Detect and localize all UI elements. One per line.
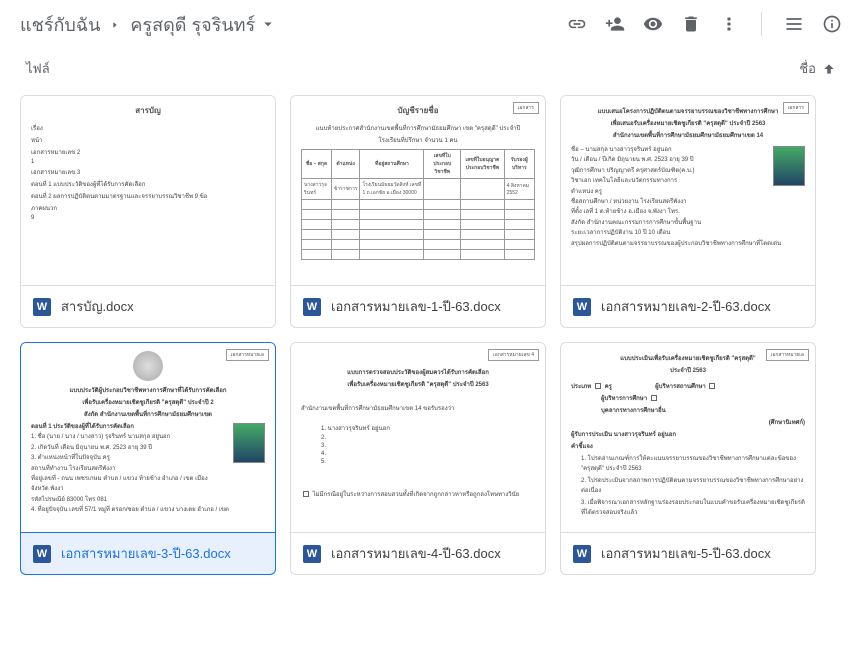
file-name: เอกสารหมายเลข-1-ปี-63.docx (331, 296, 501, 317)
word-icon: W (303, 545, 321, 563)
eye-icon[interactable] (643, 14, 663, 34)
add-person-icon[interactable] (605, 14, 625, 34)
file-footer: W เอกสารหมายเลข-3-ปี-63.docx (21, 533, 275, 574)
arrow-up-icon (822, 62, 836, 76)
file-name: เอกสารหมายเลข-5-ปี-63.docx (601, 543, 771, 564)
trash-icon[interactable] (681, 14, 701, 34)
header-actions (567, 12, 842, 36)
file-card[interactable]: เอกสารหมายเลข 4แบบการตรวจสอบประวัติของผู… (290, 342, 546, 575)
files-label: ไฟล์ (26, 58, 50, 79)
file-name: สารบัญ.docx (61, 296, 134, 317)
word-icon: W (33, 298, 51, 316)
file-card[interactable]: เอกสารหมายเลแบบประเมินเพื่อรับเครื่องหมา… (560, 342, 816, 575)
sort-button[interactable]: ชื่อ (799, 58, 836, 79)
file-thumbnail: เอกสารบัญชีรายชื่อแนบท้ายประกาศสำนักงานเ… (291, 96, 545, 286)
file-thumbnail: เอกสารหมายเลแบบประวัติผู้ประกอบวิชาชีพทา… (21, 343, 275, 533)
word-icon: W (573, 298, 591, 316)
file-footer: W เอกสารหมายเลข-1-ปี-63.docx (291, 286, 545, 327)
subheader: ไฟล์ ชื่อ (0, 48, 862, 87)
file-thumbnail: สารบัญเรื่องหน้าเอกสารหมายเลข 2 1เอกสารห… (21, 96, 275, 286)
chevron-down-icon (259, 15, 277, 33)
file-card[interactable]: เอกสารแบบเสนอโครงการปฏิบัติตนตามจรรยาบรร… (560, 95, 816, 328)
word-icon: W (33, 545, 51, 563)
divider (761, 12, 762, 36)
list-view-icon[interactable] (784, 14, 804, 34)
file-thumbnail: เอกสารหมายเลแบบประเมินเพื่อรับเครื่องหมา… (561, 343, 815, 533)
file-card[interactable]: เอกสารหมายเลแบบประวัติผู้ประกอบวิชาชีพทา… (20, 342, 276, 575)
file-grid: สารบัญเรื่องหน้าเอกสารหมายเลข 2 1เอกสารห… (0, 87, 862, 583)
file-thumbnail: เอกสารหมายเลข 4แบบการตรวจสอบประวัติของผู… (291, 343, 545, 533)
file-name: เอกสารหมายเลข-3-ปี-63.docx (61, 543, 231, 564)
file-footer: W เอกสารหมายเลข-2-ปี-63.docx (561, 286, 815, 327)
breadcrumb-root[interactable]: แชร์กับฉัน (20, 10, 100, 39)
link-icon[interactable] (567, 14, 587, 34)
file-footer: W สารบัญ.docx (21, 286, 275, 327)
file-name: เอกสารหมายเลข-2-ปี-63.docx (601, 296, 771, 317)
file-card[interactable]: เอกสารบัญชีรายชื่อแนบท้ายประกาศสำนักงานเ… (290, 95, 546, 328)
breadcrumb-current-label: ครูสดุดี รุจรินทร์ (130, 10, 255, 39)
breadcrumb-separator (110, 14, 120, 35)
more-icon[interactable] (719, 14, 739, 34)
file-name: เอกสารหมายเลข-4-ปี-63.docx (331, 543, 501, 564)
sort-label: ชื่อ (799, 58, 816, 79)
file-footer: W เอกสารหมายเลข-4-ปี-63.docx (291, 533, 545, 574)
info-icon[interactable] (822, 14, 842, 34)
file-card[interactable]: สารบัญเรื่องหน้าเอกสารหมายเลข 2 1เอกสารห… (20, 95, 276, 328)
breadcrumbs: แชร์กับฉัน ครูสดุดี รุจรินทร์ (20, 10, 277, 39)
file-thumbnail: เอกสารแบบเสนอโครงการปฏิบัติตนตามจรรยาบรร… (561, 96, 815, 286)
word-icon: W (303, 298, 321, 316)
file-footer: W เอกสารหมายเลข-5-ปี-63.docx (561, 533, 815, 574)
breadcrumb-current[interactable]: ครูสดุดี รุจรินทร์ (130, 10, 277, 39)
header: แชร์กับฉัน ครูสดุดี รุจรินทร์ (0, 0, 862, 48)
word-icon: W (573, 545, 591, 563)
